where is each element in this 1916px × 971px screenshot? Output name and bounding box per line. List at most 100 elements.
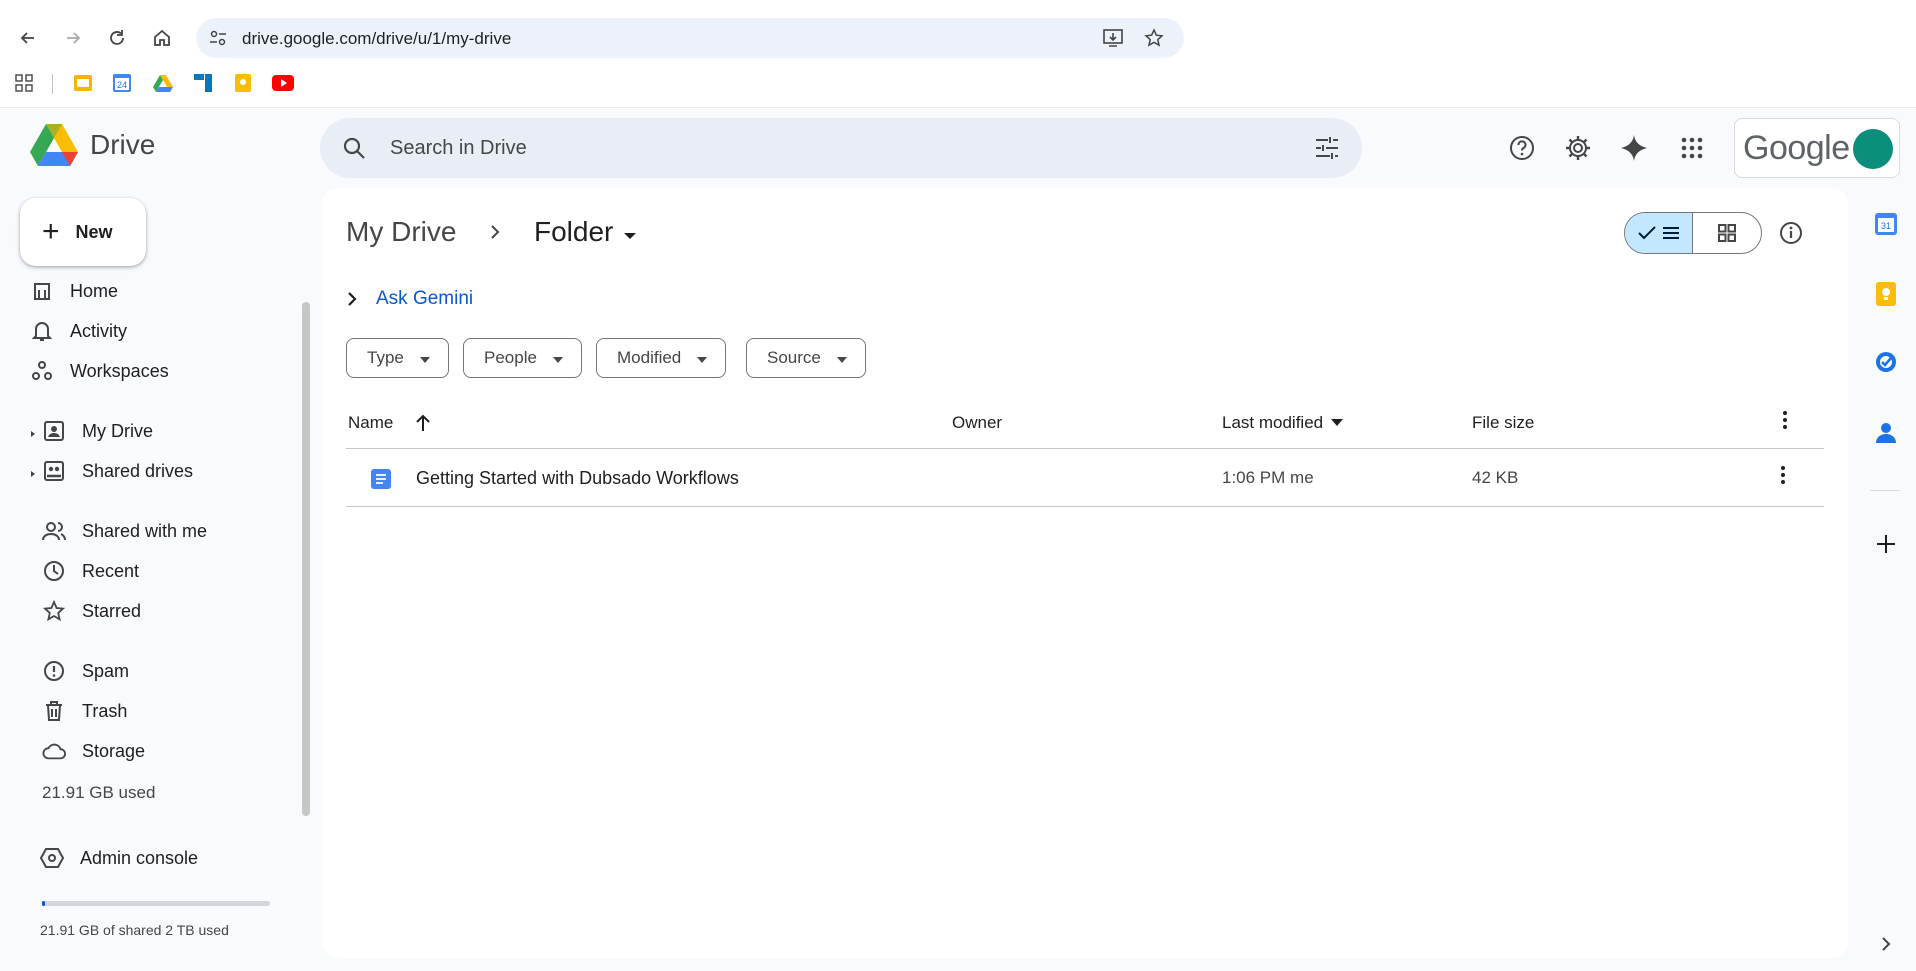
browser-toolbar: drive.google.com/drive/u/1/my-drive 24 [0, 0, 1916, 108]
search-input[interactable] [390, 132, 1250, 164]
apps-icon[interactable] [13, 72, 35, 94]
expand-caret-icon[interactable] [28, 426, 38, 437]
drive-logo[interactable]: Drive [30, 124, 155, 166]
drive-bookmark-icon[interactable] [152, 72, 174, 94]
filter-people[interactable]: People [463, 338, 582, 378]
filter-type[interactable]: Type [346, 338, 449, 378]
settings-gear-icon[interactable] [1560, 130, 1596, 166]
column-header-file-size[interactable]: File size [1472, 413, 1534, 433]
spam-icon [42, 659, 66, 683]
filter-label: Source [767, 348, 821, 367]
storage-used-text: 21.91 GB used [42, 783, 156, 802]
add-addon-icon[interactable] [1872, 530, 1900, 558]
trash-icon [42, 699, 66, 723]
home-browser-icon[interactable] [146, 22, 178, 54]
search-icon[interactable] [342, 136, 366, 165]
bookmarks-bar: 24 [0, 70, 400, 98]
help-icon[interactable] [1504, 130, 1540, 166]
sidebar-item-workspaces[interactable]: Workspaces [30, 353, 169, 389]
column-header-owner[interactable]: Owner [952, 413, 1002, 433]
bookmark-divider [52, 74, 53, 94]
bookmark-star-icon[interactable] [1144, 28, 1164, 53]
filter-source[interactable]: Source [746, 338, 866, 378]
people-icon [42, 519, 66, 543]
sidebar-item-starred[interactable]: Starred [42, 593, 141, 629]
avatar[interactable] [1853, 129, 1893, 169]
sidebar-item-recent[interactable]: Recent [42, 553, 139, 589]
filter-modified[interactable]: Modified [596, 338, 727, 378]
account-switcher[interactable]: Google [1734, 118, 1900, 178]
sidebar-item-label: Recent [82, 560, 140, 581]
storage-quota-text: 21.91 GB of shared 2 TB used [40, 922, 229, 938]
address-bar[interactable]: drive.google.com/drive/u/1/my-drive [196, 18, 1184, 58]
google-apps-icon[interactable] [1674, 130, 1710, 166]
calendar-panel-icon[interactable]: 31 [1872, 210, 1900, 238]
sidebar-item-activity[interactable]: Activity [30, 313, 127, 349]
plus-icon: + [42, 215, 60, 248]
tasks-panel-icon[interactable] [1872, 348, 1900, 376]
forward-icon[interactable] [57, 22, 89, 54]
caret-down-icon [623, 216, 637, 248]
site-info-icon[interactable] [208, 28, 228, 53]
gemini-icon[interactable] [1616, 130, 1652, 166]
chevron-right-icon [488, 222, 502, 247]
caret-down-icon [1331, 419, 1344, 426]
breadcrumb-my-drive[interactable]: My Drive [346, 216, 456, 248]
install-app-icon[interactable] [1102, 28, 1124, 53]
sidebar-item-label: Home [70, 280, 119, 301]
sidebar-item-label: Shared drives [82, 460, 194, 481]
filter-label: People [484, 348, 537, 367]
expand-caret-icon[interactable] [28, 466, 38, 477]
sidebar-item-home[interactable]: Home [30, 273, 118, 309]
more-vert-icon[interactable] [1780, 465, 1786, 490]
sidebar-item-shared-with-me[interactable]: Shared with me [42, 513, 207, 549]
column-header-label: File size [1472, 413, 1535, 432]
url-text: drive.google.com/drive/u/1/my-drive [242, 29, 512, 48]
grid-view-button[interactable] [1693, 213, 1761, 253]
sidebar-item-my-drive[interactable]: My Drive [42, 413, 153, 449]
sort-arrow-up-icon[interactable] [415, 414, 431, 432]
search-options-icon[interactable] [1314, 136, 1340, 165]
view-toggle [1624, 212, 1762, 254]
column-header-name[interactable]: Name [348, 413, 431, 433]
my-drive-icon [42, 419, 66, 443]
filter-label: Type [367, 348, 404, 367]
file-size: 42 KB [1472, 468, 1519, 487]
caret-down-icon [836, 348, 847, 368]
info-icon[interactable] [1778, 220, 1804, 251]
sidebar-item-label: Starred [82, 600, 142, 621]
back-icon[interactable] [12, 22, 44, 54]
ask-gemini-toggle[interactable]: Ask Gemini [346, 288, 473, 310]
search-bar[interactable] [320, 118, 1362, 178]
table-row[interactable]: Getting Started with Dubsado Workflows 1… [346, 449, 1824, 507]
more-vert-icon[interactable] [1782, 410, 1788, 430]
keep-bookmark-icon[interactable] [232, 72, 254, 94]
sidebar-item-shared-drives[interactable]: Shared drives [42, 453, 193, 489]
bell-icon [30, 319, 54, 343]
admin-shield-icon [40, 846, 64, 870]
slides-bookmark-icon[interactable] [72, 72, 94, 94]
contacts-panel-icon[interactable] [1872, 418, 1900, 446]
list-view-button[interactable] [1625, 213, 1693, 253]
home-icon [30, 279, 54, 303]
trello-bookmark-icon[interactable] [192, 72, 214, 94]
check-icon [1637, 226, 1656, 240]
sidebar-item-admin-console[interactable]: Admin console [40, 840, 198, 876]
file-name[interactable]: Getting Started with Dubsado Workflows [416, 468, 739, 489]
expand-panel-chevron-icon[interactable] [1872, 930, 1900, 958]
sidebar-item-trash[interactable]: Trash [42, 693, 127, 729]
breadcrumb-current-folder[interactable]: Folder [534, 216, 637, 248]
sidebar-scrollbar[interactable] [302, 302, 310, 816]
sidebar-item-storage[interactable]: Storage [42, 733, 145, 769]
sidebar-item-label: Shared with me [82, 520, 208, 541]
youtube-bookmark-icon[interactable] [272, 72, 294, 94]
column-header-label: Owner [952, 413, 1003, 432]
sidebar-item-spam[interactable]: Spam [42, 653, 129, 689]
keep-panel-icon[interactable] [1872, 280, 1900, 308]
new-button[interactable]: + New [20, 198, 146, 266]
column-header-last-modified[interactable]: Last modified [1222, 413, 1344, 433]
caret-down-icon [697, 348, 708, 368]
reload-icon[interactable] [101, 22, 133, 54]
calendar-bookmark-icon[interactable]: 24 [111, 72, 133, 94]
new-button-label: New [75, 221, 113, 242]
